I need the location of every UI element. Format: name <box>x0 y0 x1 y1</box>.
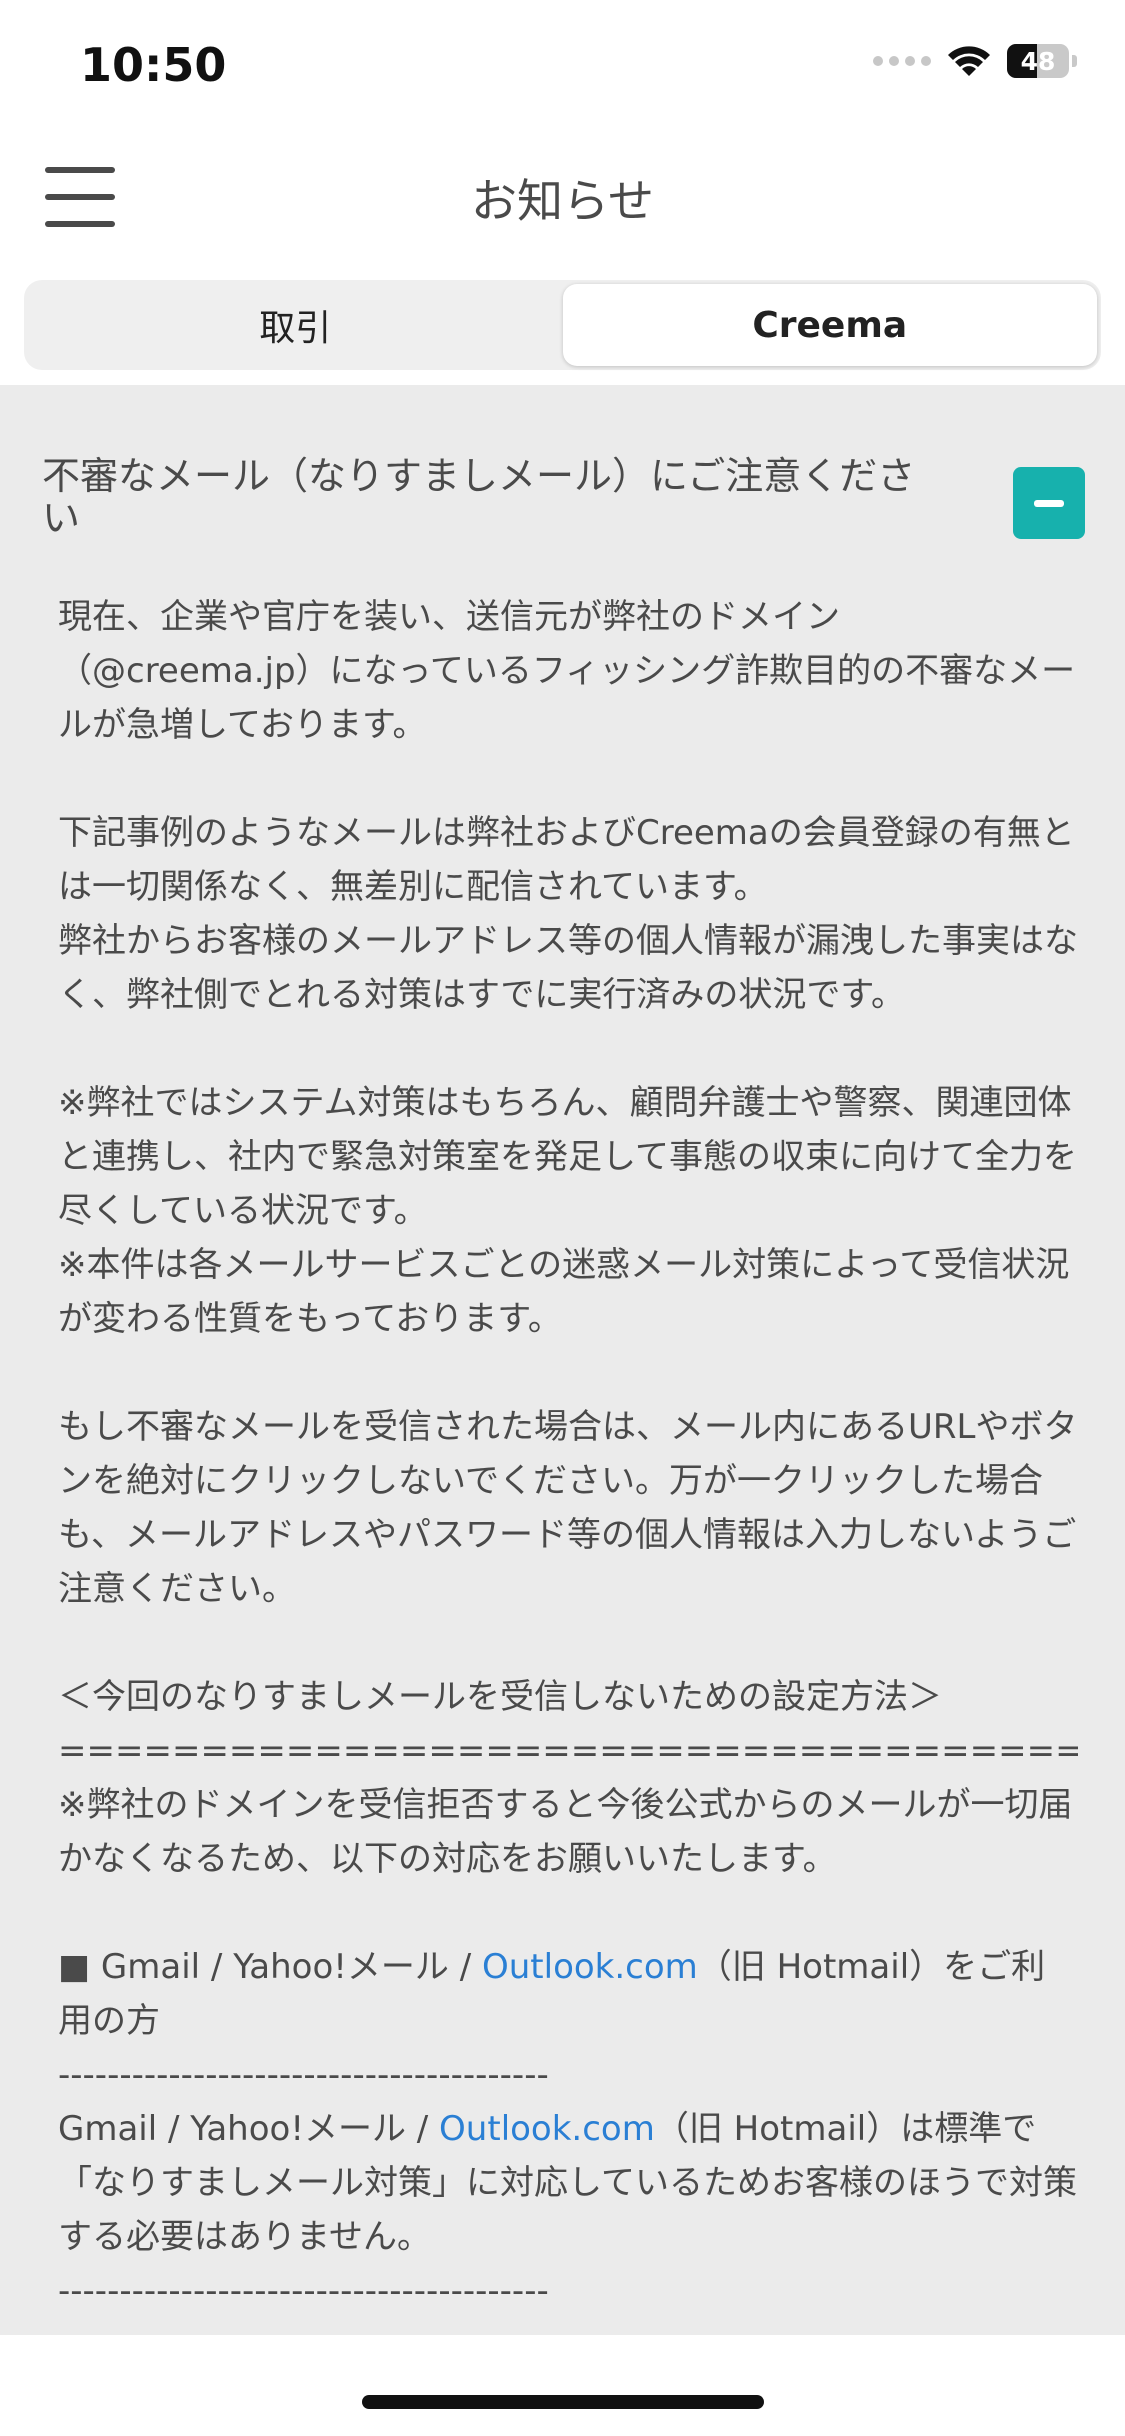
app-header: お知らせ <box>0 135 1125 260</box>
home-indicator[interactable] <box>362 2395 764 2409</box>
notice-content[interactable]: 不審なメール（なりすましメール）にご注意ください 現在、企業や官庁を装い、送信元… <box>0 385 1125 2335</box>
page-title: お知らせ <box>470 174 655 228</box>
notice-paragraph: 現在、企業や官庁を装い、送信元が弊社のドメイン（@creema.jp）になってい… <box>58 597 1076 745</box>
notice-paragraph: 下記事例のようなメールは弊社およびCreemaの会員登録の有無とは一切関係なく、… <box>58 813 1075 907</box>
status-bar: 10:50 48 <box>0 0 1125 135</box>
notice-body: 現在、企業や官庁を装い、送信元が弊社のドメイン（@creema.jp）になってい… <box>58 590 1078 2318</box>
tab-creema[interactable]: Creema <box>562 284 1097 366</box>
wifi-icon <box>948 46 990 76</box>
divider-dashed: ---------------------------------------- <box>58 2055 549 2095</box>
status-icons: 48 <box>873 44 1077 78</box>
divider-double: ==================================== <box>58 1731 1078 1771</box>
notice-title: 不審なメール（なりすましメール）にご注意ください <box>42 454 916 540</box>
outlook-link[interactable]: Outlook.com <box>482 1947 698 1987</box>
notice-paragraph: もし不審なメールを受信された場合は、メール内にあるURLやボタンを絶対にクリック… <box>58 1407 1078 1609</box>
settings-heading: ＜今回のなりすましメールを受信しないための設定方法＞ <box>58 1677 942 1717</box>
outlook-link[interactable]: Outlook.com <box>439 2109 655 2149</box>
divider-dashed: ---------------------------------------- <box>58 2271 549 2311</box>
battery-nub <box>1072 55 1077 67</box>
segmented-tabs: 取引 Creema <box>24 280 1101 370</box>
notice-paragraph: ※本件は各メールサービスごとの迷惑メール対策によって受信状況が変わる性質をもって… <box>58 1245 1070 1339</box>
notice-paragraph: 弊社からお客様のメールアドレス等の個人情報が漏洩した事実はなく、弊社側でとれる対… <box>58 921 1078 1015</box>
notice-paragraph: ※弊社ではシステム対策はもちろん、顧問弁護士や警察、関連団体と連携し、社内で緊急… <box>58 1083 1077 1231</box>
cellular-signal-icon <box>873 56 931 66</box>
battery-icon: 48 <box>1007 44 1069 78</box>
tab-transactions[interactable]: 取引 <box>28 284 563 366</box>
minus-icon <box>1034 499 1064 507</box>
status-time: 10:50 <box>80 38 227 92</box>
collapse-button[interactable] <box>1013 467 1085 539</box>
notice-paragraph: Gmail / Yahoo!メール / Outlook.com（旧 Hotmai… <box>58 2102 1078 2264</box>
battery-level: 48 <box>1020 46 1056 76</box>
paragraph-prefix: Gmail / Yahoo!メール / <box>58 2109 440 2149</box>
section-heading: ■ Gmail / Yahoo!メール / Outlook.com（旧 Hotm… <box>58 1940 1078 2048</box>
notice-paragraph: ※弊社のドメインを受信拒否すると今後公式からのメールが一切届かなくなるため、以下… <box>58 1785 1073 1879</box>
section-heading-prefix: ■ Gmail / Yahoo!メール / <box>58 1947 482 1987</box>
